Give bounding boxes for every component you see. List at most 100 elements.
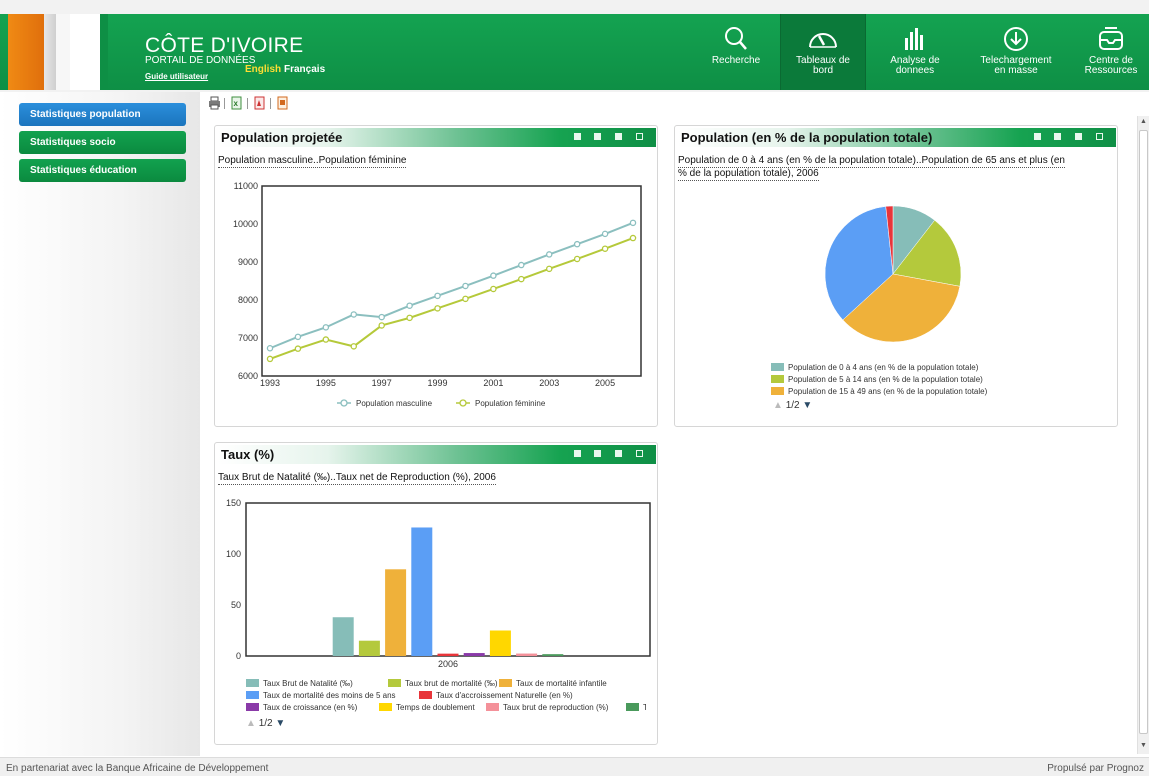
maximize-icon[interactable] [636,450,643,457]
legend-item: Taux de mortalité des moins de 5 ans [246,691,396,700]
print-icon[interactable] [615,450,622,457]
maximize-icon[interactable] [1096,133,1103,140]
bar [489,630,511,656]
maximize-icon[interactable] [636,133,643,140]
nav-data-analysis[interactable]: Analyse de donnees [874,14,956,90]
nav-search[interactable]: Recherche [698,14,774,90]
logo[interactable] [8,14,108,90]
user-guide-link[interactable]: Guide utilisateur [145,72,208,81]
legend-item: Taux Brut de Natalité (‰) [246,679,353,688]
pager-down-icon[interactable]: ▼ [802,400,812,411]
scrollbar-thumb[interactable] [1139,130,1148,734]
panel-subtitle-line: Population de 0 à 4 ans (en % de la popu… [678,155,1065,168]
powerpoint-icon[interactable] [276,96,289,110]
legend-label: Taux Brut de Natalité (‰) [263,679,353,688]
panel-title: Population projetée [221,130,343,145]
legend-swatch [771,375,784,383]
language-french-link[interactable]: Français [284,64,325,75]
sidebar-item-population[interactable]: Statistiques population [19,103,186,126]
nav-label: Recherche [711,55,761,66]
x-tick-label: 2003 [539,378,559,388]
legend-swatch [388,679,401,687]
chart-view-icon[interactable] [1054,133,1061,140]
data-point [322,336,330,343]
data-point [545,251,553,258]
print-icon[interactable] [208,96,221,110]
y-tick-label: 50 [231,600,241,610]
legend-swatch [626,703,639,711]
legend-item: Taux de croissance (en %) [246,703,357,712]
pager-up-icon[interactable]: ▲ [773,400,783,411]
legend-item: Temps de doublement [379,703,475,712]
panel-subtitle[interactable]: Population masculine..Population féminin… [218,155,407,168]
nav-resource-center[interactable]: Centre de Ressources [1076,14,1146,90]
pager-down-icon[interactable]: ▼ [275,718,285,729]
scroll-down-icon[interactable]: ▼ [1140,742,1147,749]
bar-legend: Taux Brut de Natalité (‰) Taux brut de mo… [246,679,646,715]
legend-item: Population de 15 à 49 ans (en % de la po… [771,387,987,396]
speedometer-icon [809,33,837,48]
data-point [518,275,525,283]
table-view-icon[interactable] [1034,133,1041,140]
legend-item: Taux d'accroissement Naturelle (en %) [419,691,573,700]
bar [463,653,485,656]
bar [437,653,459,656]
plot-area [245,502,651,657]
data-point [490,285,497,293]
bar [358,640,380,656]
x-tick-label: 2001 [483,378,503,388]
sidebar-item-socio[interactable]: Statistiques socio [19,131,186,154]
table-view-icon[interactable] [574,450,581,457]
data-point [462,282,469,290]
bar [332,617,354,656]
inbox-icon [1099,27,1123,50]
data-point [573,255,581,263]
language-english-link[interactable]: English [245,64,281,75]
panel-subtitle[interactable]: Population de 0 à 4 ans (en % de la popu… [678,155,1065,181]
chart-view-icon[interactable] [594,450,601,457]
legend-item: Population de 0 à 4 ans (en % de la popu… [771,363,978,372]
sidebar-item-education[interactable]: Statistiques éducation [19,159,186,182]
footer-powered-by[interactable]: Propulsé par Prognoz [1047,763,1144,774]
nav-label: bord [812,65,833,76]
x-tick-label: 2005 [595,378,615,388]
legend-label: Population de 5 à 14 ans (en % de la pop… [788,375,983,384]
legend-label: Population de 15 à 49 ans (en % de la po… [788,387,988,396]
y-tick-label: 10000 [233,219,258,229]
pager-up-icon[interactable]: ▲ [246,718,256,729]
pie-chart [824,205,962,343]
legend-label: Taux brut de mortalité (‰) [405,679,498,688]
y-tick-label: 9000 [238,257,258,267]
table-view-icon[interactable] [574,133,581,140]
x-tick-label: 1995 [316,378,336,388]
svg-text:x: x [234,99,239,108]
data-point [266,345,274,352]
scroll-up-icon[interactable]: ▲ [1140,118,1147,125]
nav-label: donnees [895,65,935,76]
footer-partner-text: En partenariat avec la Banque Africaine … [6,763,269,774]
chart-view-icon[interactable] [594,133,601,140]
print-icon[interactable] [1075,133,1082,140]
data-point [406,314,413,322]
pie-legend: Population de 0 à 4 ans (en % de la popu… [771,363,1071,396]
legend-label: Population de 0 à 4 ans (en % de la popu… [788,363,979,372]
vertical-scrollbar[interactable]: ▲ ▼ [1137,116,1149,754]
bar-chart-icon [905,28,923,50]
excel-icon[interactable]: x [230,96,243,110]
pdf-icon[interactable] [253,96,266,110]
download-icon [1004,27,1028,51]
panel-rates: Taux (%) Taux Brut de Natalité (‰)..Taux… [214,442,658,745]
y-tick-label: 100 [226,549,241,559]
nav-dashboards[interactable]: Tableaux de bord [780,14,866,90]
panel-header: Taux (%) [218,445,656,464]
print-icon[interactable] [615,133,622,140]
bar [542,654,564,656]
panel-subtitle[interactable]: Taux Brut de Natalité (‰)..Taux net de R… [218,472,496,485]
bar [411,527,433,656]
nav-bulk-download[interactable]: Telechargement en masse [966,14,1066,90]
legend-label: Taux brut de reproduction (%) [503,703,609,712]
y-tick-label: 11000 [234,181,258,191]
x-tick-label: 1997 [372,378,392,388]
legend-swatch [499,679,512,687]
data-point [434,292,441,300]
